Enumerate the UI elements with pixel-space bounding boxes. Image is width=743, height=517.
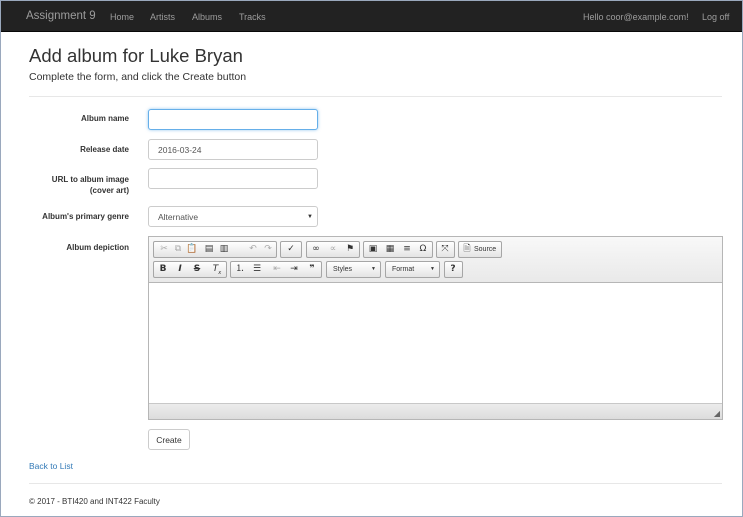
maximize-group: ⤧ bbox=[436, 241, 455, 258]
anchor-icon[interactable]: ⚑ bbox=[343, 242, 357, 257]
links-group: ∞ ∝ ⚑ bbox=[306, 241, 360, 258]
clipboard-group: ✂ ⧉ 📋 ▤ ▥ ↶ ↷ bbox=[153, 241, 277, 258]
nav-albums-link[interactable]: Albums bbox=[192, 12, 222, 22]
format-combo[interactable]: Format ▼ bbox=[385, 261, 440, 278]
rich-text-editor: ✂ ⧉ 📋 ▤ ▥ ↶ ↷ ✓ ∞ ∝ ⚑ ▣ ▦ ≡ Ω ⤧ 🗎 Source bbox=[148, 236, 723, 420]
remove-format-icon[interactable]: Tx bbox=[210, 262, 224, 277]
url-label-line2: (cover art) bbox=[89, 186, 129, 195]
special-char-icon[interactable]: Ω bbox=[416, 242, 430, 257]
blockquote-icon[interactable]: ❞ bbox=[305, 262, 319, 277]
genre-selected-value: Alternative bbox=[158, 212, 199, 222]
editor-status-bar: ◢ bbox=[149, 403, 722, 419]
numbered-list-icon[interactable]: ⒈ bbox=[233, 262, 247, 277]
chevron-down-icon: ▼ bbox=[430, 266, 435, 272]
paste-icon[interactable]: 📋 bbox=[185, 242, 199, 257]
footer-divider bbox=[29, 483, 722, 484]
source-label: Source bbox=[474, 246, 497, 253]
page-title: Add album for Luke Bryan bbox=[29, 45, 243, 66]
image-icon[interactable]: ▣ bbox=[366, 242, 380, 257]
url-input[interactable] bbox=[148, 168, 318, 189]
back-to-list-link[interactable]: Back to List bbox=[29, 461, 73, 471]
cut-icon[interactable]: ✂ bbox=[157, 242, 171, 257]
footer-text: © 2017 - BTI420 and INT422 Faculty bbox=[29, 497, 160, 506]
genre-select[interactable]: Alternative ▼ bbox=[148, 206, 318, 227]
nav-artists-link[interactable]: Artists bbox=[150, 12, 175, 22]
paste-text-icon[interactable]: ▤ bbox=[202, 242, 216, 257]
genre-label: Album's primary genre bbox=[42, 212, 129, 221]
user-greeting-link[interactable]: Hello coor@example.com! bbox=[583, 12, 689, 22]
album-name-input[interactable] bbox=[148, 109, 318, 130]
copy-icon[interactable]: ⧉ bbox=[171, 242, 185, 257]
paragraph-group: ⒈ ☰ ⇤ ⇥ ❞ bbox=[230, 261, 322, 278]
release-date-label: Release date bbox=[80, 145, 129, 154]
depiction-label: Album depiction bbox=[66, 243, 129, 252]
indent-icon[interactable]: ⇥ bbox=[287, 262, 301, 277]
chevron-down-icon: ▼ bbox=[371, 266, 376, 272]
brand-link[interactable]: Assignment 9 bbox=[26, 10, 96, 22]
maximize-icon[interactable]: ⤧ bbox=[438, 242, 452, 257]
italic-icon[interactable]: I bbox=[173, 262, 187, 277]
album-name-label: Album name bbox=[80, 114, 129, 123]
bold-icon[interactable]: B bbox=[156, 262, 170, 277]
logoff-link[interactable]: Log off bbox=[702, 12, 729, 22]
insert-group: ▣ ▦ ≡ Ω bbox=[363, 241, 433, 258]
format-label: Format bbox=[392, 266, 415, 273]
navbar: Assignment 9 Home Artists Albums Tracks … bbox=[1, 1, 742, 32]
outdent-icon[interactable]: ⇤ bbox=[270, 262, 284, 277]
chevron-down-icon: ▼ bbox=[307, 214, 313, 220]
unlink-icon[interactable]: ∝ bbox=[326, 242, 340, 257]
basic-styles-group: B I S Tx bbox=[153, 261, 227, 278]
help-icon[interactable]: ? bbox=[446, 262, 460, 277]
nav-tracks-link[interactable]: Tracks bbox=[239, 12, 266, 22]
source-button[interactable]: 🗎 Source bbox=[458, 241, 502, 258]
strike-icon[interactable]: S bbox=[190, 262, 204, 277]
paste-word-icon[interactable]: ▥ bbox=[217, 242, 231, 257]
styles-label: Styles bbox=[333, 266, 353, 273]
help-group: ? bbox=[444, 261, 463, 278]
page-subtitle: Complete the form, and click the Create … bbox=[29, 71, 247, 83]
spellcheck-icon[interactable]: ✓ bbox=[284, 242, 298, 257]
editor-content-area[interactable] bbox=[149, 283, 722, 404]
editor-toolbar: ✂ ⧉ 📋 ▤ ▥ ↶ ↷ ✓ ∞ ∝ ⚑ ▣ ▦ ≡ Ω ⤧ 🗎 Source bbox=[149, 237, 722, 283]
divider bbox=[29, 96, 722, 97]
release-date-input[interactable] bbox=[148, 139, 318, 160]
undo-icon[interactable]: ↶ bbox=[246, 242, 260, 257]
table-icon[interactable]: ▦ bbox=[383, 242, 397, 257]
resize-handle-icon[interactable]: ◢ bbox=[714, 409, 720, 418]
url-label-line1: URL to album image bbox=[51, 175, 129, 184]
link-icon[interactable]: ∞ bbox=[309, 242, 323, 257]
nav-home-link[interactable]: Home bbox=[110, 12, 134, 22]
create-button[interactable]: Create bbox=[148, 429, 190, 450]
bulleted-list-icon[interactable]: ☰ bbox=[250, 262, 264, 277]
source-icon: 🗎 bbox=[463, 244, 471, 254]
redo-icon[interactable]: ↷ bbox=[261, 242, 275, 257]
styles-combo[interactable]: Styles ▼ bbox=[326, 261, 381, 278]
spellcheck-group: ✓ bbox=[280, 241, 302, 258]
horizontal-line-icon[interactable]: ≡ bbox=[400, 242, 414, 257]
url-label: URL to album image (cover art) bbox=[31, 174, 129, 196]
